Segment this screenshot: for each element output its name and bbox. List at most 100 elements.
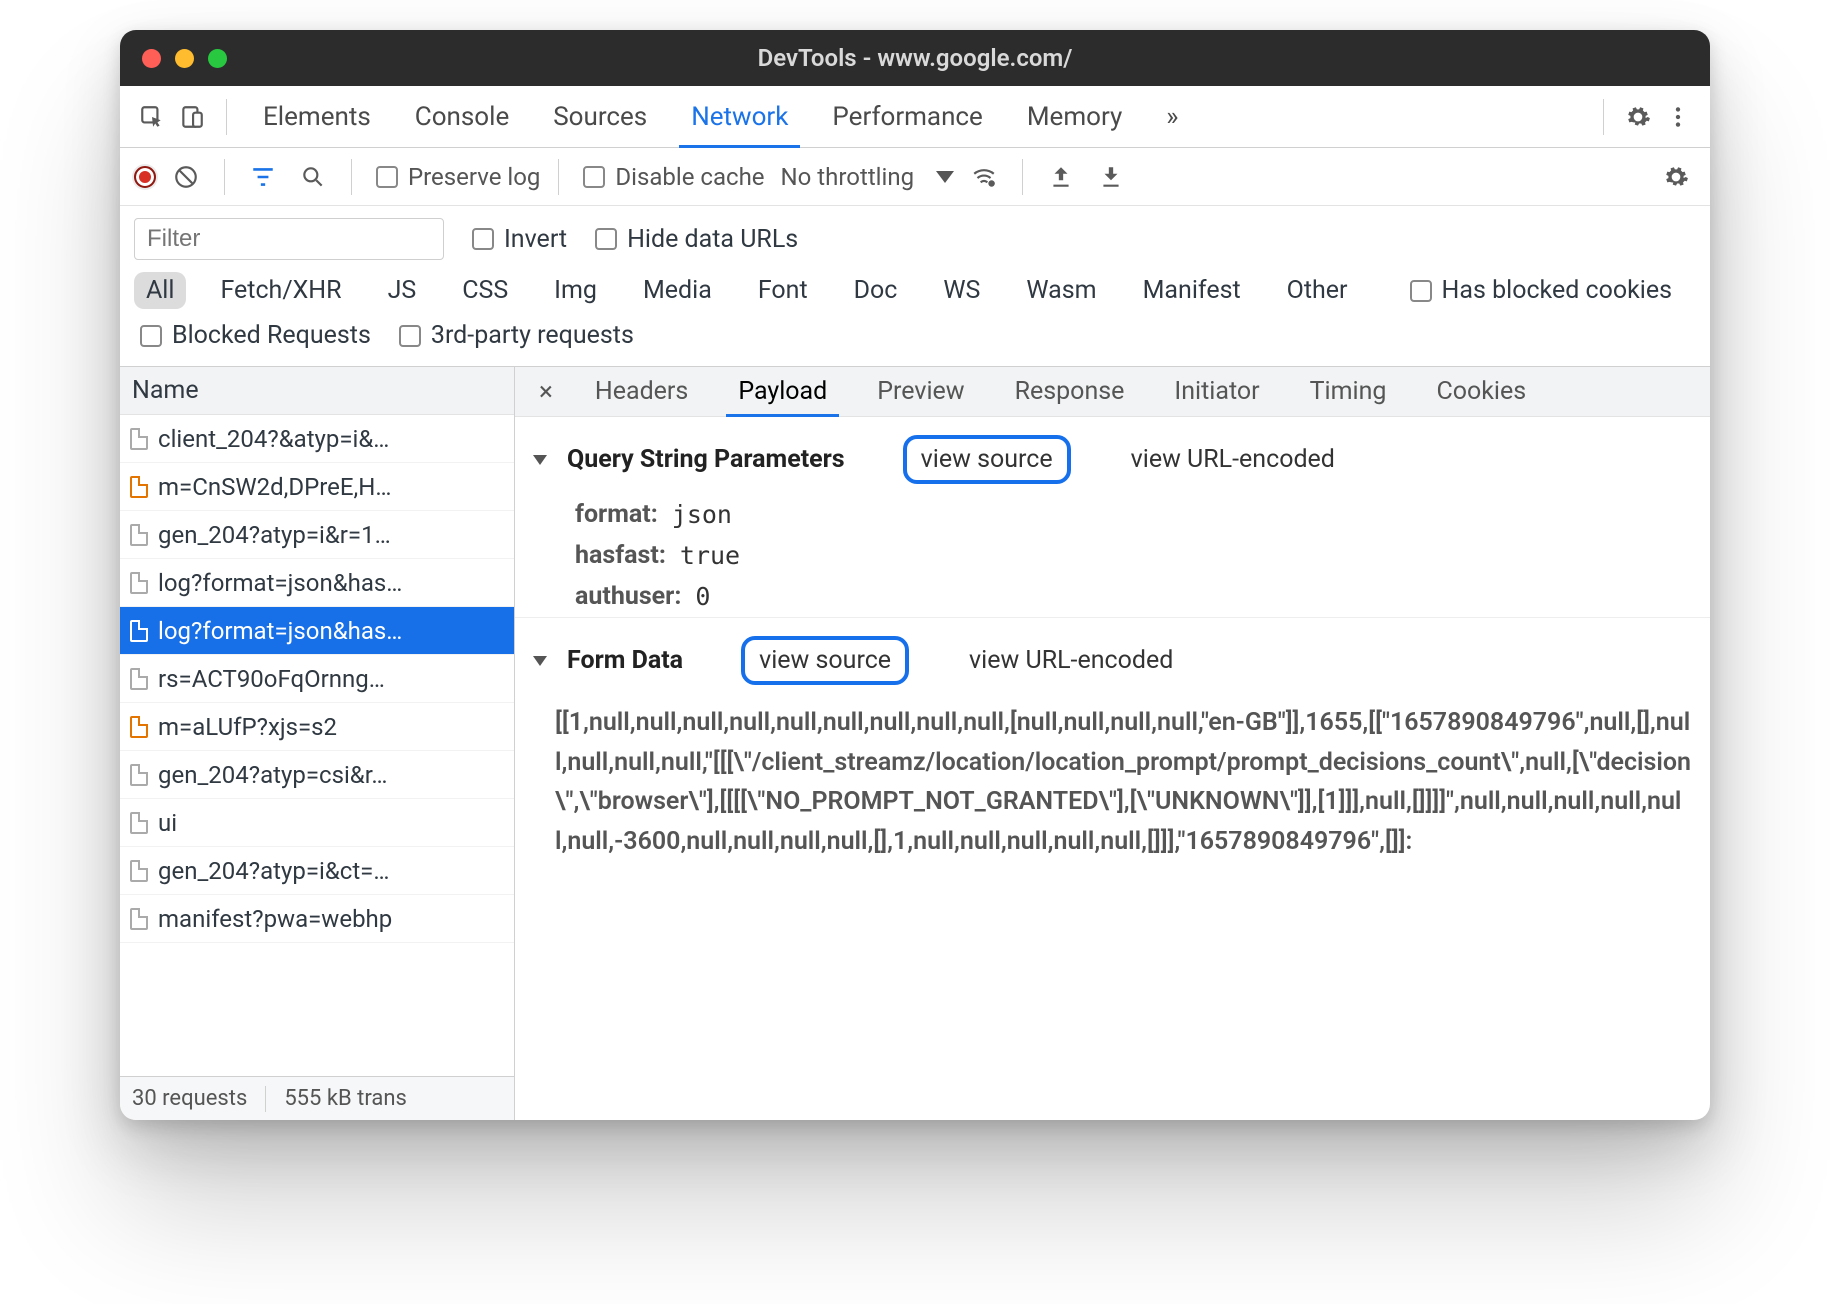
divider [265,1086,266,1112]
network-settings-gear-icon[interactable] [1656,157,1696,197]
filter-type-doc[interactable]: Doc [842,272,910,309]
request-row[interactable]: client_204?&atyp=i&… [120,415,514,463]
search-icon[interactable] [293,157,333,197]
divider [1603,99,1604,135]
request-list[interactable]: client_204?&atyp=i&… m=CnSW2d,DPreE,H… g… [120,415,514,1076]
chevron-down-icon [936,171,954,183]
filter-type-other[interactable]: Other [1275,272,1360,309]
filter-type-manifest[interactable]: Manifest [1131,272,1253,309]
upload-har-icon[interactable] [1041,157,1081,197]
disable-cache-label: Disable cache [615,163,764,191]
record-button[interactable] [134,166,156,188]
download-har-icon[interactable] [1091,157,1131,197]
request-row[interactable]: gen_204?atyp=i&r=1… [120,511,514,559]
devtools-tabstrip: Elements Console Sources Network Perform… [120,86,1710,148]
detail-tab-cookies[interactable]: Cookies [1414,367,1548,416]
filter-type-fetchxhr[interactable]: Fetch/XHR [208,272,353,309]
request-row[interactable]: m=aLUfP?xjs=s2 [120,703,514,751]
tab-console[interactable]: Console [393,86,531,147]
hide-data-urls-checkbox[interactable]: Hide data URLs [595,225,798,254]
disclosure-triangle-icon [533,656,547,666]
tabs-overflow[interactable]: » [1144,86,1200,147]
view-url-encoded-link[interactable]: view URL-encoded [969,646,1173,675]
tab-network[interactable]: Network [669,86,810,147]
detail-tab-timing[interactable]: Timing [1288,367,1409,416]
checkbox-icon [376,166,398,188]
settings-gear-icon[interactable] [1618,97,1658,137]
network-conditions-icon[interactable] [964,157,1004,197]
device-toggle-icon[interactable] [172,97,212,137]
zoom-window-button[interactable] [208,49,227,68]
filter-type-wasm[interactable]: Wasm [1014,272,1108,309]
has-blocked-cookies-checkbox[interactable]: Has blocked cookies [1410,276,1673,305]
request-row[interactable]: log?format=json&has… [120,607,514,655]
throttling-select[interactable]: No throttling [781,163,955,191]
filter-type-css[interactable]: CSS [450,272,520,309]
script-icon [130,476,148,498]
detail-tab-preview[interactable]: Preview [855,367,986,416]
form-data-body: [[1,null,null,null,null,null,null,null,n… [515,695,1710,877]
close-window-button[interactable] [142,49,161,68]
script-icon [130,716,148,738]
request-name: gen_204?atyp=i&ct=… [158,857,389,885]
filter-type-all[interactable]: All [134,272,186,309]
filter-input[interactable] [134,218,444,260]
filter-icon[interactable] [243,157,283,197]
close-detail-button[interactable]: × [525,377,567,407]
request-list-header[interactable]: Name [120,367,514,415]
tab-sources[interactable]: Sources [531,86,669,147]
request-row[interactable]: rs=ACT90oFqOrnng… [120,655,514,703]
view-source-link[interactable]: view source [741,636,909,685]
tab-memory[interactable]: Memory [1005,86,1144,147]
query-param-row: authuser: 0 [515,576,1710,617]
preserve-log-checkbox[interactable]: Preserve log [376,163,540,191]
detail-tab-response[interactable]: Response [993,367,1147,416]
query-string-section-header[interactable]: Query String Parameters view source view… [515,417,1710,494]
disable-cache-checkbox[interactable]: Disable cache [583,163,764,191]
tab-performance[interactable]: Performance [810,86,1004,147]
query-string-title: Query String Parameters [567,445,845,474]
filter-type-ws[interactable]: WS [931,272,992,309]
detail-tab-headers[interactable]: Headers [573,367,710,416]
form-data-title: Form Data [567,646,683,675]
document-icon [130,572,148,594]
document-icon [130,908,148,930]
document-icon [130,668,148,690]
detail-tab-payload[interactable]: Payload [716,367,849,416]
checkbox-icon [399,325,421,347]
clear-icon[interactable] [166,157,206,197]
devtools-window: DevTools - www.google.com/ Elements Cons… [120,30,1710,1120]
filter-type-js[interactable]: JS [376,272,429,309]
query-param-value: 0 [695,582,710,611]
invert-checkbox[interactable]: Invert [472,225,567,254]
view-url-encoded-link[interactable]: view URL-encoded [1131,445,1335,474]
minimize-window-button[interactable] [175,49,194,68]
filter-type-media[interactable]: Media [631,272,724,309]
request-row[interactable]: gen_204?atyp=i&ct=… [120,847,514,895]
detail-tab-initiator[interactable]: Initiator [1152,367,1281,416]
form-data-section-header[interactable]: Form Data view source view URL-encoded [515,617,1710,695]
filters-bar: Invert Hide data URLs All Fetch/XHR JS C… [120,206,1710,367]
more-menu-icon[interactable] [1658,97,1698,137]
request-row[interactable]: m=CnSW2d,DPreE,H… [120,463,514,511]
tab-elements[interactable]: Elements [241,86,393,147]
request-row[interactable]: manifest?pwa=webhp [120,895,514,943]
invert-label: Invert [504,225,567,254]
request-name: gen_204?atyp=csi&r… [158,761,387,789]
detail-pane: × Headers Payload Preview Response Initi… [515,367,1710,1120]
inspect-element-icon[interactable] [132,97,172,137]
request-row[interactable]: log?format=json&has… [120,559,514,607]
request-row[interactable]: gen_204?atyp=csi&r… [120,751,514,799]
view-source-link[interactable]: view source [903,435,1071,484]
filter-type-img[interactable]: Img [542,272,609,309]
filter-type-font[interactable]: Font [746,272,820,309]
blocked-requests-checkbox[interactable]: Blocked Requests [140,321,371,350]
window-title: DevTools - www.google.com/ [120,44,1710,72]
detail-body: Query String Parameters view source view… [515,417,1710,1120]
query-param-row: format: json [515,494,1710,535]
query-param-value: json [672,500,732,529]
titlebar: DevTools - www.google.com/ [120,30,1710,86]
request-name: manifest?pwa=webhp [158,905,392,933]
request-row[interactable]: ui [120,799,514,847]
third-party-checkbox[interactable]: 3rd-party requests [399,321,634,350]
